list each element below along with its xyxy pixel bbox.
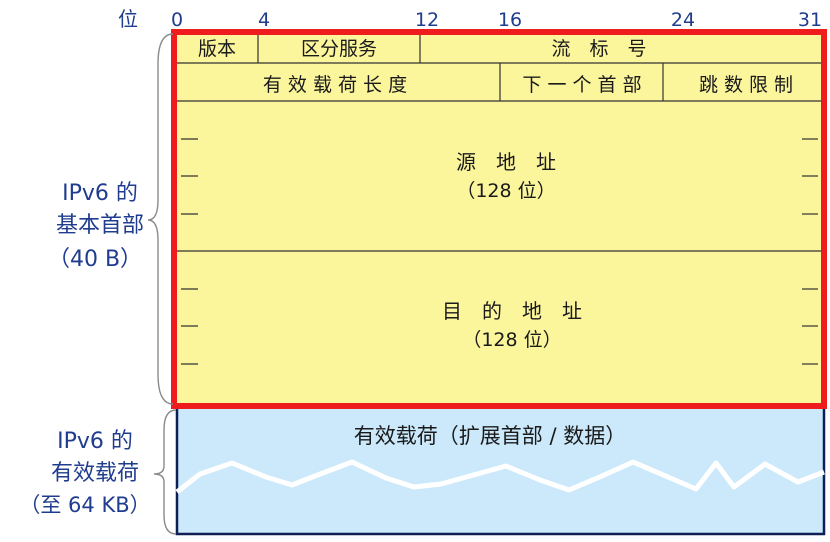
destination-address-title: 目 的 地 址 bbox=[442, 299, 582, 323]
ipv6-datagram-diagram: 位 0 4 12 16 24 31 版本 区分服务 流 标 号 有 效 载 荷 … bbox=[19, 7, 827, 536]
source-address-title: 源 地 址 bbox=[456, 150, 556, 174]
payload-area: 有效载荷（扩展首部 / 数据） bbox=[175, 409, 826, 536]
bit-tick: 24 bbox=[671, 9, 695, 31]
payload-title: 有效载荷（扩展首部 / 数据） bbox=[354, 424, 626, 448]
base-header-side-label: IPv6 的 基本首部 （40 B） bbox=[48, 181, 144, 272]
bit-tick: 12 bbox=[415, 9, 439, 31]
next-header-field: 下 一 个 首 部 bbox=[522, 74, 641, 96]
bit-tick: 4 bbox=[258, 9, 270, 31]
source-address-size: （128 位） bbox=[456, 180, 555, 202]
bit-tick: 31 bbox=[798, 9, 822, 31]
payload-side-label: IPv6 的 有效载荷 （至 64 KB） bbox=[19, 429, 150, 517]
destination-address-size: （128 位） bbox=[462, 329, 561, 351]
base-header-label-line: IPv6 的 bbox=[62, 181, 138, 206]
bit-tick: 0 bbox=[171, 9, 183, 31]
flow-label-field: 流 标 号 bbox=[551, 38, 646, 60]
traffic-class-field: 区分服务 bbox=[301, 38, 377, 60]
bit-scale: 位 0 4 12 16 24 31 bbox=[118, 7, 822, 31]
bit-tick: 16 bbox=[498, 9, 522, 31]
version-field: 版本 bbox=[198, 38, 236, 60]
base-header-label-line: 基本首部 bbox=[56, 213, 144, 238]
base-header-brace bbox=[147, 33, 174, 405]
base-header-label-line: （40 B） bbox=[48, 247, 142, 272]
bit-unit-label: 位 bbox=[118, 7, 138, 31]
payload-label-line: 有效载荷 bbox=[51, 461, 139, 486]
payload-label-line: IPv6 的 bbox=[57, 429, 133, 454]
base-header: 版本 区分服务 流 标 号 有 效 载 荷 长 度 下 一 个 首 部 跳 数 … bbox=[171, 29, 827, 409]
payload-brace bbox=[153, 409, 177, 535]
payload-length-field: 有 效 载 荷 长 度 bbox=[263, 74, 407, 96]
payload-label-line: （至 64 KB） bbox=[19, 493, 150, 517]
hop-limit-field: 跳 数 限 制 bbox=[699, 74, 793, 96]
